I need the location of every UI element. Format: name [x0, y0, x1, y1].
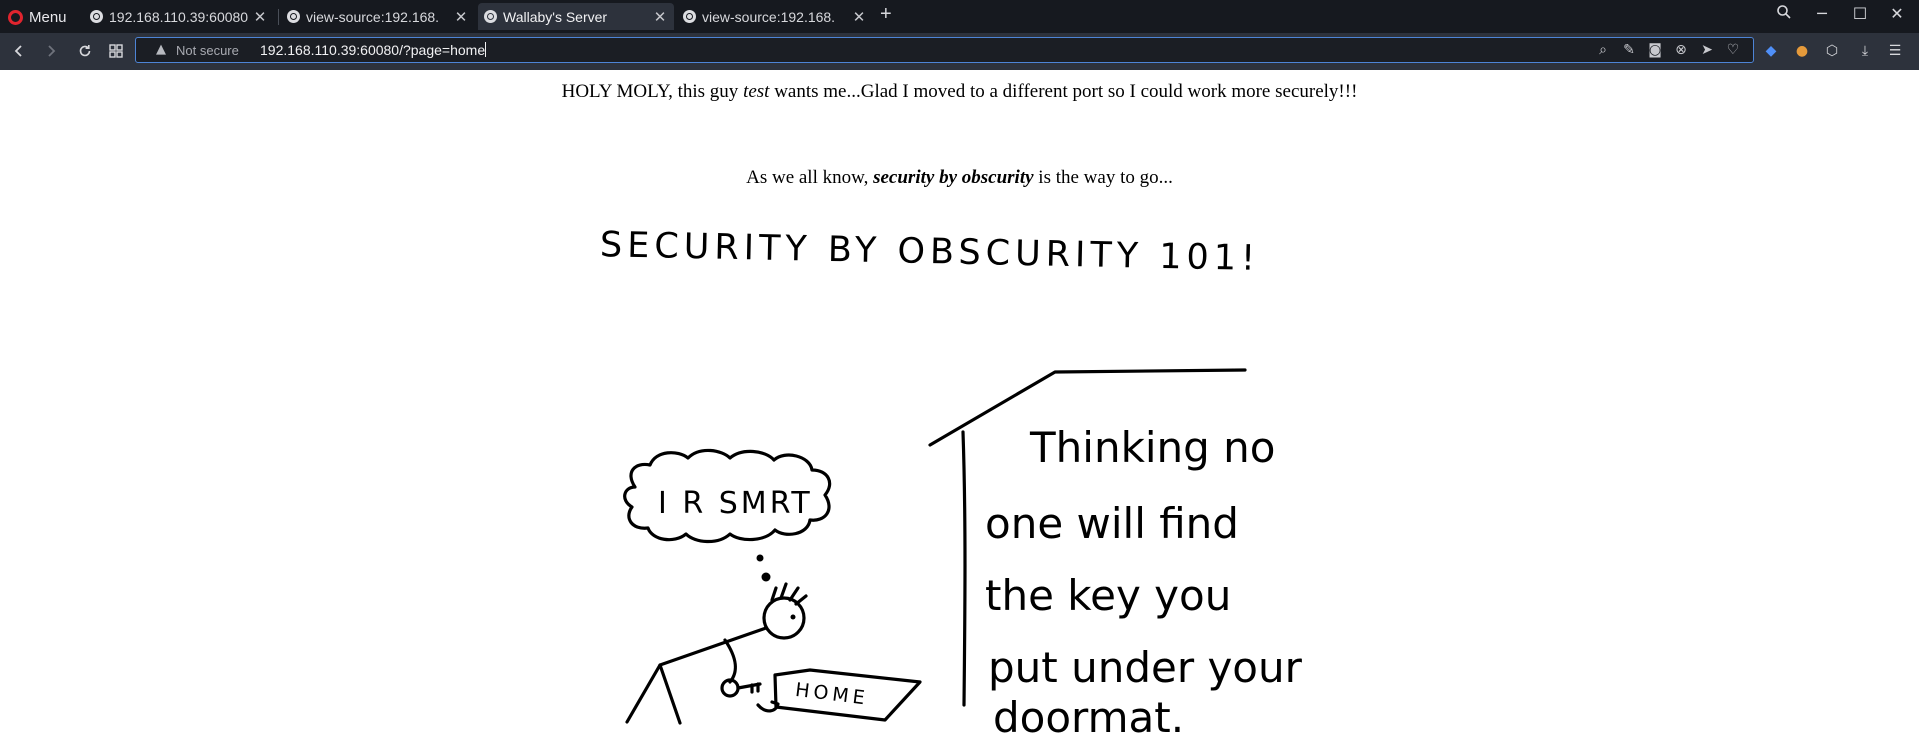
new-tab-button[interactable]: +: [880, 3, 892, 26]
obscurity-paragraph: As we all know, security by obscurity is…: [0, 167, 1919, 189]
menu-label: Menu: [29, 8, 67, 26]
caption-line-2: one will find: [985, 499, 1239, 548]
back-button[interactable]: [8, 40, 30, 62]
opera-logo-icon: [8, 9, 23, 25]
stick-person-leg: [625, 663, 662, 724]
tab-2[interactable]: view-source:192.168. ✕: [281, 3, 475, 30]
key-blade: [736, 682, 762, 694]
web-page: HOLY MOLY, this guy test wants me...Glad…: [0, 70, 1919, 740]
address-bar[interactable]: ▲ Not secure 192.168.110.39:60080/?page=…: [135, 37, 1754, 63]
close-tab-icon[interactable]: ✕: [851, 8, 867, 26]
globe-icon: [90, 10, 103, 23]
stick-person-body: [658, 626, 768, 725]
easy-setup-menu-icon[interactable]: ☰: [1886, 43, 1904, 61]
maximize-window-icon[interactable]: ☐: [1848, 4, 1872, 23]
intro-text-start: HOLY MOLY, this guy: [561, 81, 744, 102]
caption-line-1: Thinking no: [1029, 423, 1276, 472]
close-tab-icon[interactable]: ✕: [453, 8, 469, 26]
security-status[interactable]: Not secure: [176, 43, 239, 58]
tab-4[interactable]: view-source:192.168. ✕: [677, 3, 873, 30]
thought-dot-large: [761, 572, 771, 582]
intro-emphasis: test: [743, 81, 770, 102]
tab-strip: Menu 192.168.110.39:60080 ✕ view-source:…: [0, 0, 1919, 33]
box-extension-icon[interactable]: ⬡: [1823, 43, 1841, 61]
send-icon[interactable]: ➤: [1698, 42, 1716, 58]
stick-person-eye: [790, 614, 796, 620]
caption-line-5: doormat.: [993, 693, 1184, 740]
search-tabs-icon[interactable]: [1772, 4, 1796, 24]
text-caret: [485, 42, 487, 57]
tab-3-active[interactable]: Wallaby's Server ✕: [478, 3, 674, 30]
tab-divider: [278, 9, 279, 25]
forward-button[interactable]: [40, 40, 62, 62]
cookie-extension-icon[interactable]: ●: [1793, 43, 1811, 61]
stick-person-arm: [723, 638, 738, 684]
address-toolbar: ▲ Not secure 192.168.110.39:60080/?page=…: [0, 33, 1919, 70]
intro-paragraph: HOLY MOLY, this guy test wants me...Glad…: [0, 81, 1919, 103]
globe-icon: [287, 10, 300, 23]
adblock-icon[interactable]: ⊗: [1672, 42, 1690, 58]
obscurity-emphasis: security by obscurity: [873, 167, 1034, 188]
tab-grid-icon[interactable]: [105, 40, 127, 62]
url-text: 192.168.110.39:60080/?page=home: [260, 42, 486, 58]
warning-triangle-icon[interactable]: ▲: [156, 42, 166, 57]
caption-line-3: the key you: [985, 571, 1231, 620]
snapshot-camera-icon[interactable]: ◙: [1646, 42, 1664, 58]
comic-title: SECURITY BY OBSCURITY 101!: [600, 225, 1261, 279]
doormat-text: HOME: [794, 679, 870, 710]
obscurity-text-end: is the way to go...: [1033, 167, 1173, 188]
house-wall: [961, 430, 967, 707]
page-search-icon[interactable]: ⌕: [1594, 42, 1612, 58]
obscurity-text-start: As we all know,: [746, 167, 874, 188]
tab-label: view-source:192.168.: [702, 8, 836, 25]
edit-icon[interactable]: ✎: [1620, 42, 1638, 58]
close-tab-icon[interactable]: ✕: [252, 8, 268, 26]
tab-label: Wallaby's Server: [503, 8, 608, 25]
thought-dot-small: [756, 554, 764, 562]
bookmark-heart-icon[interactable]: ♡: [1724, 42, 1742, 58]
downloads-icon[interactable]: ⤓: [1856, 43, 1874, 61]
globe-icon: [484, 10, 497, 23]
thought-text: I R SMRT: [658, 486, 813, 521]
stick-person-hair: [770, 582, 808, 606]
reload-button[interactable]: [74, 40, 96, 62]
tab-label: 192.168.110.39:60080: [109, 8, 248, 25]
caption-line-4: put under your: [988, 643, 1303, 692]
url-input[interactable]: 192.168.110.39:60080/?page=home: [260, 42, 487, 58]
globe-icon: [683, 10, 696, 23]
vpn-extension-icon[interactable]: ◆: [1762, 43, 1780, 61]
close-tab-icon[interactable]: ✕: [652, 8, 668, 26]
close-window-icon[interactable]: ✕: [1885, 4, 1909, 23]
security-by-obscurity-comic: SECURITY BY OBSCURITY 101! I R SMRT HOME…: [600, 225, 1303, 740]
intro-text-end: wants me...Glad I moved to a different p…: [769, 81, 1358, 102]
opera-menu-button[interactable]: Menu: [8, 7, 67, 27]
tab-label: view-source:192.168.: [306, 8, 440, 25]
tab-1[interactable]: 192.168.110.39:60080 ✕: [84, 3, 274, 30]
minimize-window-icon[interactable]: ─: [1810, 4, 1834, 23]
